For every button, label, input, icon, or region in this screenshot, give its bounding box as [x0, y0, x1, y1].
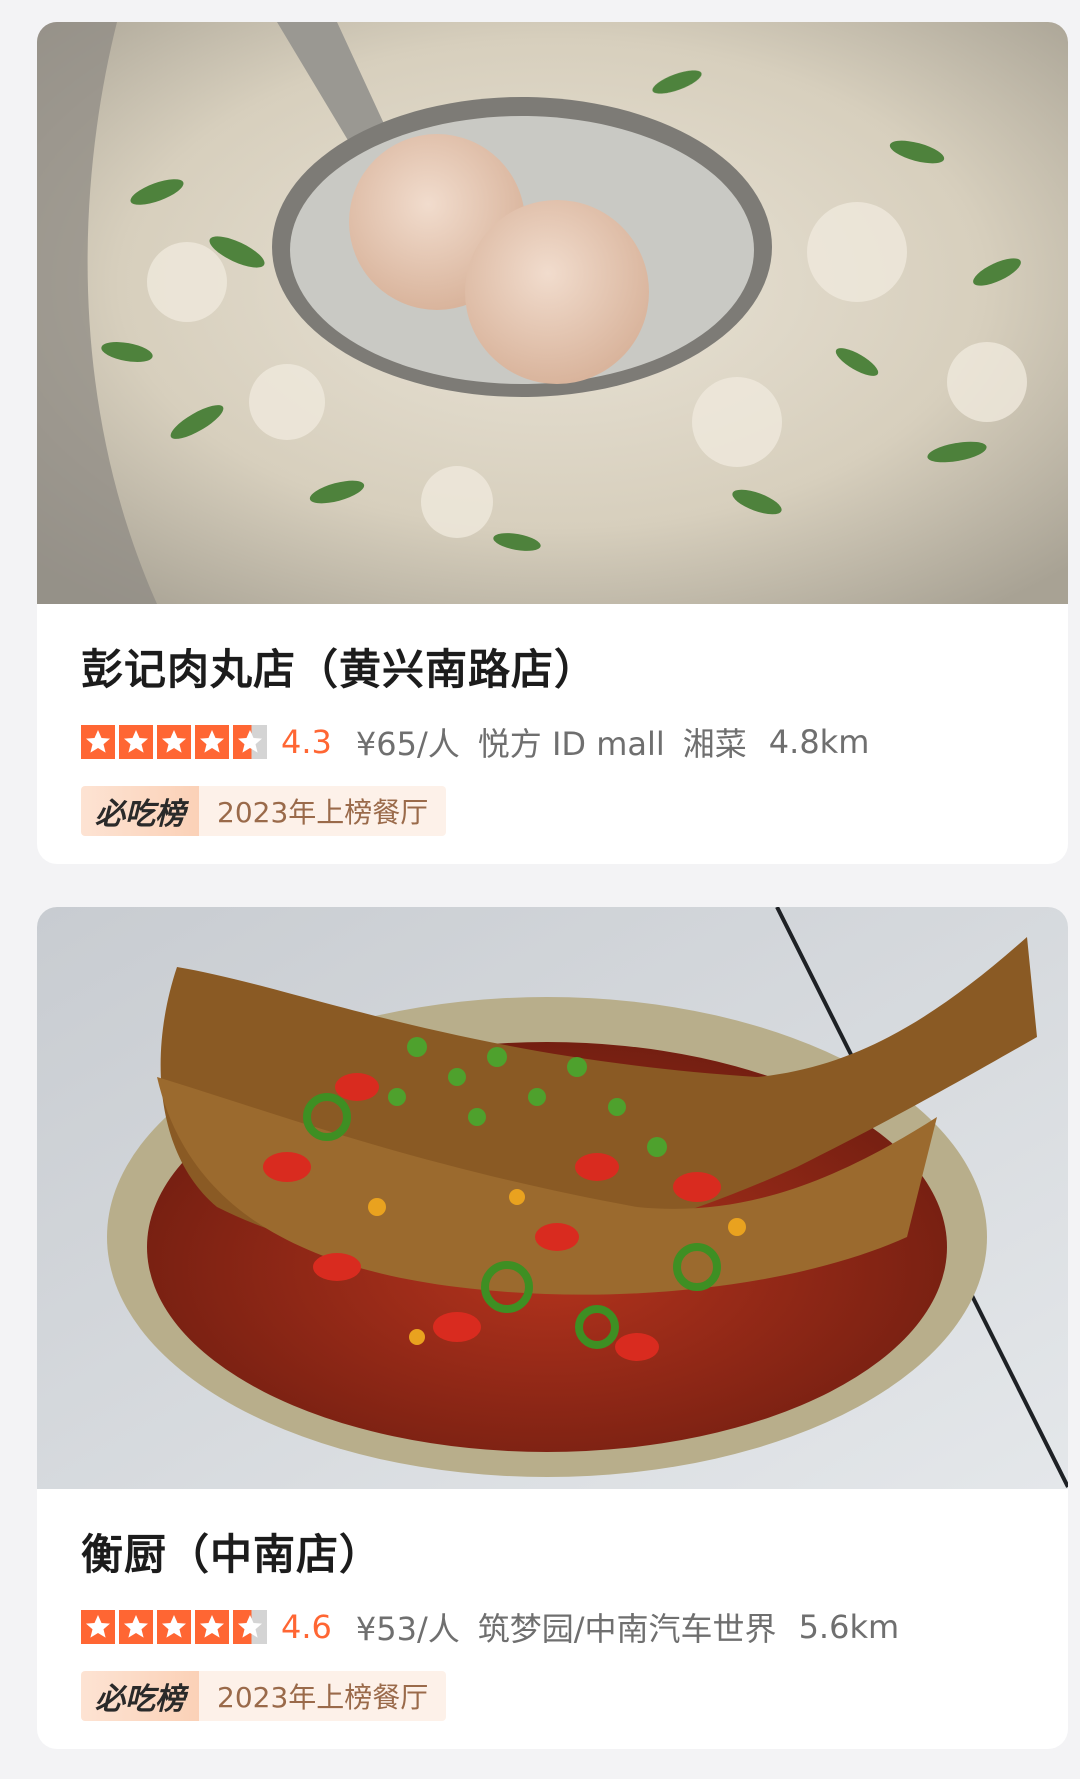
area-label: 筑梦园/中南汽车世界 — [477, 1610, 777, 1648]
rating-score: 4.6 — [281, 1608, 332, 1646]
restaurant-info: 彭记肉丸店（黄兴南路店） 4.3 ¥65/人 悦方 ID mall 湘菜 4.8… — [37, 604, 1068, 836]
rating-score: 4.3 — [281, 723, 332, 761]
braised-fish-photo — [37, 907, 1068, 1489]
must-eat-logo-text: 必吃榜 — [95, 797, 185, 832]
star-icon — [157, 725, 191, 759]
star-icon — [119, 1610, 153, 1644]
distance-label: 4.8km — [768, 723, 870, 761]
meatball-soup-photo — [37, 22, 1068, 604]
restaurant-photo[interactable] — [37, 907, 1068, 1489]
must-eat-logo-text: 必吃榜 — [95, 1682, 185, 1717]
star-icon — [157, 1610, 191, 1644]
must-eat-logo: 必吃榜 — [81, 786, 199, 836]
rating-stars — [81, 725, 271, 759]
restaurant-name[interactable]: 彭记肉丸店（黄兴南路店） — [81, 604, 1024, 698]
restaurant-meta: 4.3 ¥65/人 悦方 ID mall 湘菜 4.8km — [81, 720, 1024, 764]
restaurant-name[interactable]: 衡厨（中南店） — [81, 1489, 1024, 1583]
star-icon — [195, 725, 229, 759]
must-eat-logo: 必吃榜 — [81, 1671, 199, 1721]
must-eat-badge[interactable]: 必吃榜 2023年上榜餐厅 — [81, 786, 447, 836]
restaurant-card[interactable]: 衡厨（中南店） 4.6 ¥53/人 筑梦园/中南汽车世界 5.6km 必吃榜 2… — [37, 907, 1068, 1749]
restaurant-meta: 4.6 ¥53/人 筑梦园/中南汽车世界 5.6km — [81, 1605, 1024, 1649]
badge-text: 2023年上榜餐厅 — [199, 1671, 447, 1721]
star-icon — [81, 1610, 115, 1644]
star-icon — [195, 1610, 229, 1644]
price-per-person: ¥53/人 — [355, 1610, 460, 1648]
restaurant-info: 衡厨（中南店） 4.6 ¥53/人 筑梦园/中南汽车世界 5.6km 必吃榜 2… — [37, 1489, 1068, 1721]
rating-stars — [81, 1610, 271, 1644]
star-icon — [81, 725, 115, 759]
restaurant-photo[interactable] — [37, 22, 1068, 604]
area-label: 悦方 ID mall — [477, 725, 665, 763]
price-per-person: ¥65/人 — [355, 725, 460, 763]
restaurant-list: 彭记肉丸店（黄兴南路店） 4.3 ¥65/人 悦方 ID mall 湘菜 4.8… — [0, 0, 1080, 1779]
must-eat-badge[interactable]: 必吃榜 2023年上榜餐厅 — [81, 1671, 447, 1721]
distance-label: 5.6km — [798, 1608, 900, 1646]
star-icon — [233, 1610, 267, 1644]
restaurant-card[interactable]: 彭记肉丸店（黄兴南路店） 4.3 ¥65/人 悦方 ID mall 湘菜 4.8… — [37, 22, 1068, 864]
badge-text: 2023年上榜餐厅 — [199, 786, 447, 836]
star-icon — [233, 725, 267, 759]
cuisine-label: 湘菜 — [682, 725, 747, 763]
star-icon — [119, 725, 153, 759]
